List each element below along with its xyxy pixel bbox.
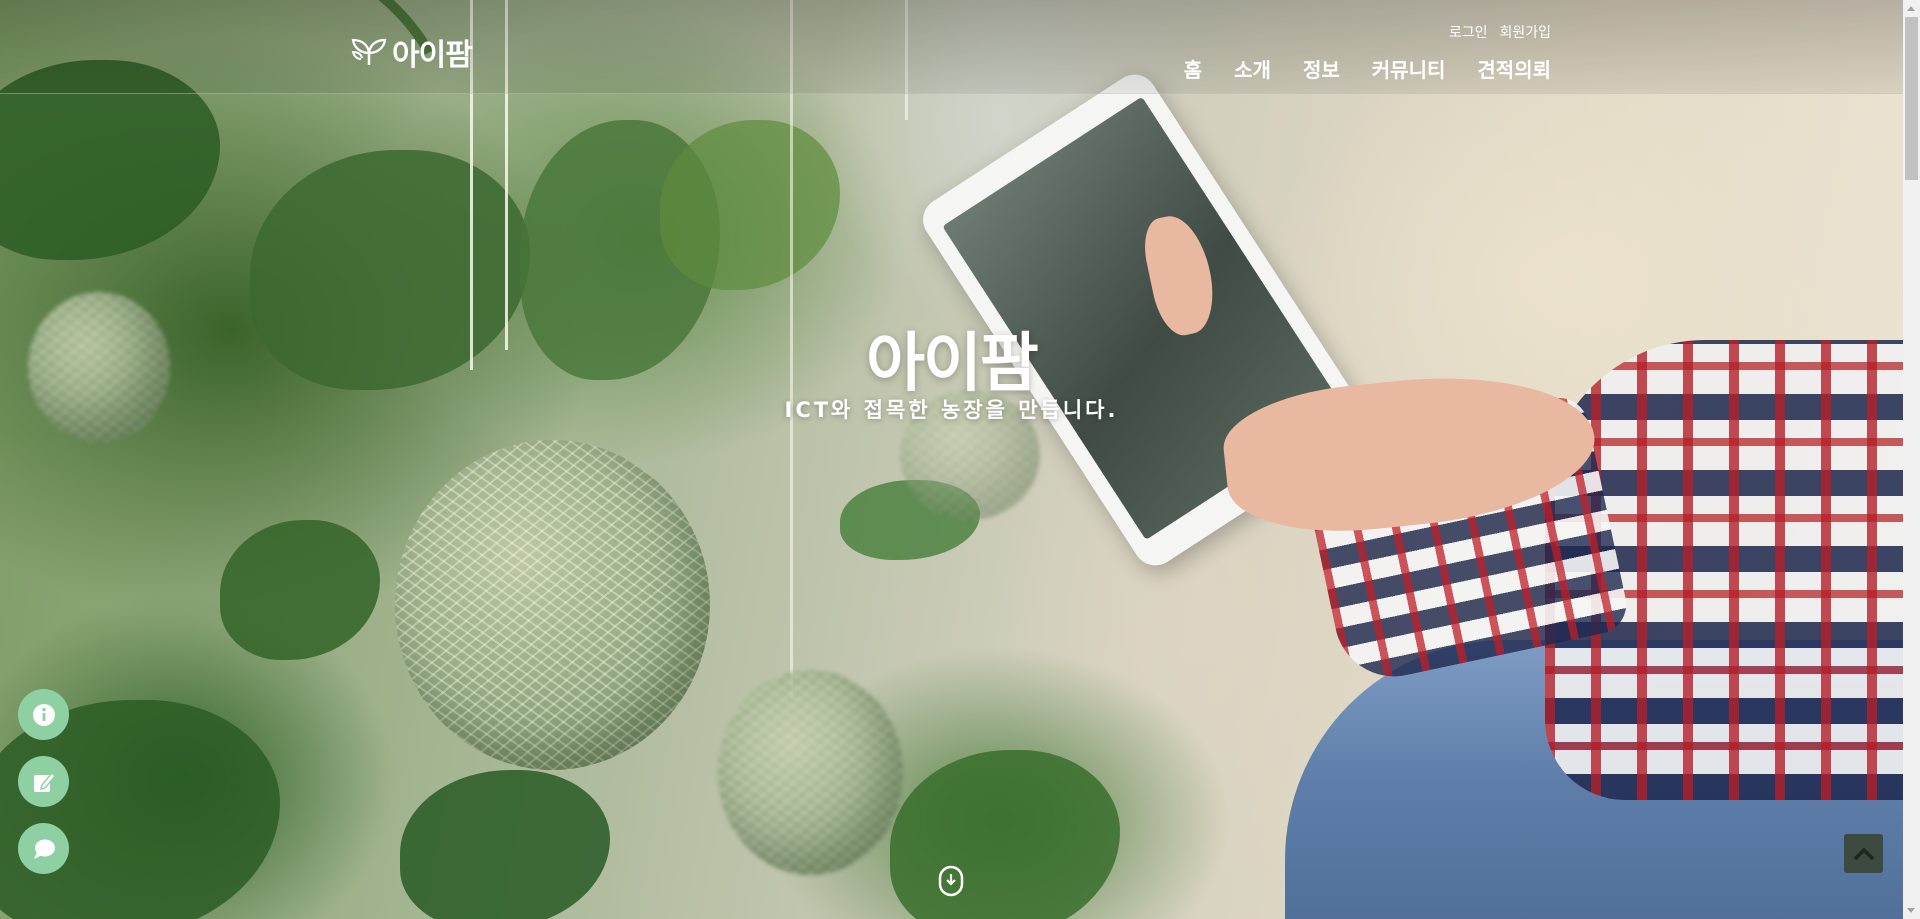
- nav-item-about[interactable]: 소개: [1234, 54, 1271, 83]
- chat-icon: [33, 839, 55, 859]
- nav-item-home[interactable]: 홈: [1184, 54, 1202, 83]
- chevron-up-icon: [1853, 847, 1874, 860]
- nav-item-info[interactable]: 정보: [1303, 54, 1340, 83]
- melon-shape: [395, 440, 710, 770]
- nav-item-community[interactable]: 커뮤니티: [1372, 54, 1446, 83]
- site-logo[interactable]: 아이팜: [350, 30, 473, 74]
- signup-link[interactable]: 회원가입: [1499, 22, 1551, 42]
- leaf-shape: [660, 120, 840, 290]
- sprout-icon: [351, 38, 387, 65]
- utility-links: 로그인 회원가입: [1449, 22, 1551, 42]
- leaf-shape: [220, 520, 380, 660]
- quick-info-button[interactable]: [18, 689, 69, 740]
- leaf-shape: [400, 770, 610, 919]
- hero-background: [0, 0, 1903, 919]
- edit-icon: [33, 771, 56, 792]
- hero-subtitle: ICT와 접목한 농장을 만듭니다.: [784, 398, 1119, 422]
- page-scrollbar[interactable]: [1903, 0, 1920, 919]
- back-to-top-button[interactable]: [1844, 834, 1883, 873]
- scroll-up-arrow-icon[interactable]: [1907, 6, 1915, 11]
- scroll-down-arrow-icon[interactable]: [1907, 908, 1915, 913]
- hero-title: 아이팜: [866, 327, 1039, 401]
- site-header: 아이팜 로그인 회원가입 홈 소개 정보 커뮤니티 견적의뢰: [0, 0, 1903, 94]
- melon-shape: [718, 670, 903, 875]
- leaf-shape: [890, 750, 1120, 919]
- quick-chat-button[interactable]: [18, 823, 69, 874]
- nav-item-quote[interactable]: 견적의뢰: [1477, 54, 1551, 83]
- login-link[interactable]: 로그인: [1449, 22, 1488, 42]
- quick-write-button[interactable]: [18, 756, 69, 807]
- scrollbar-thumb[interactable]: [1905, 17, 1918, 180]
- info-icon: [32, 703, 55, 726]
- main-nav: 홈 소개 정보 커뮤니티 견적의뢰: [1184, 54, 1551, 83]
- mouse-scroll-icon[interactable]: [938, 865, 964, 897]
- logo-text: 아이팜: [392, 38, 473, 73]
